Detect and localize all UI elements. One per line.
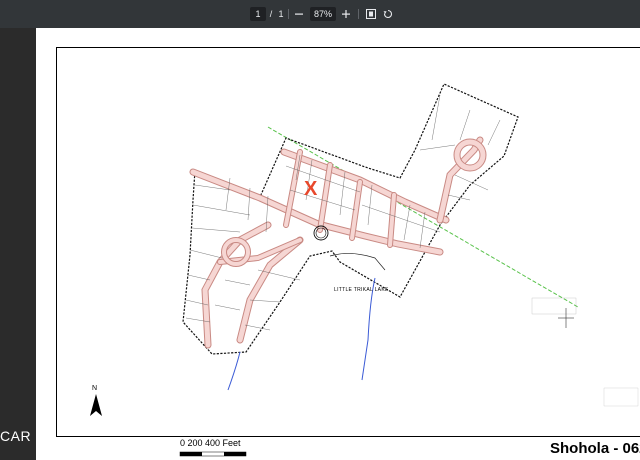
lot-marker-x: X: [304, 178, 318, 200]
scale-bar-segment: [224, 452, 246, 456]
lake-shore: [329, 253, 386, 271]
north-label: N: [92, 385, 98, 392]
stream: [227, 351, 241, 391]
lot-lines: [185, 94, 501, 331]
legend-box: [531, 297, 577, 315]
map-title: Shohola - 062: [550, 440, 640, 457]
lake-label: LITTLE TRIKAL LAKE: [334, 287, 389, 293]
road-network: [189, 136, 487, 349]
stream: [361, 277, 376, 381]
property-boundary: [182, 83, 519, 355]
info-box: [603, 387, 639, 407]
power-line: [267, 126, 579, 308]
scale-text: 0 200 400 Feet: [180, 438, 241, 448]
scale-bar-segment: [180, 452, 202, 456]
